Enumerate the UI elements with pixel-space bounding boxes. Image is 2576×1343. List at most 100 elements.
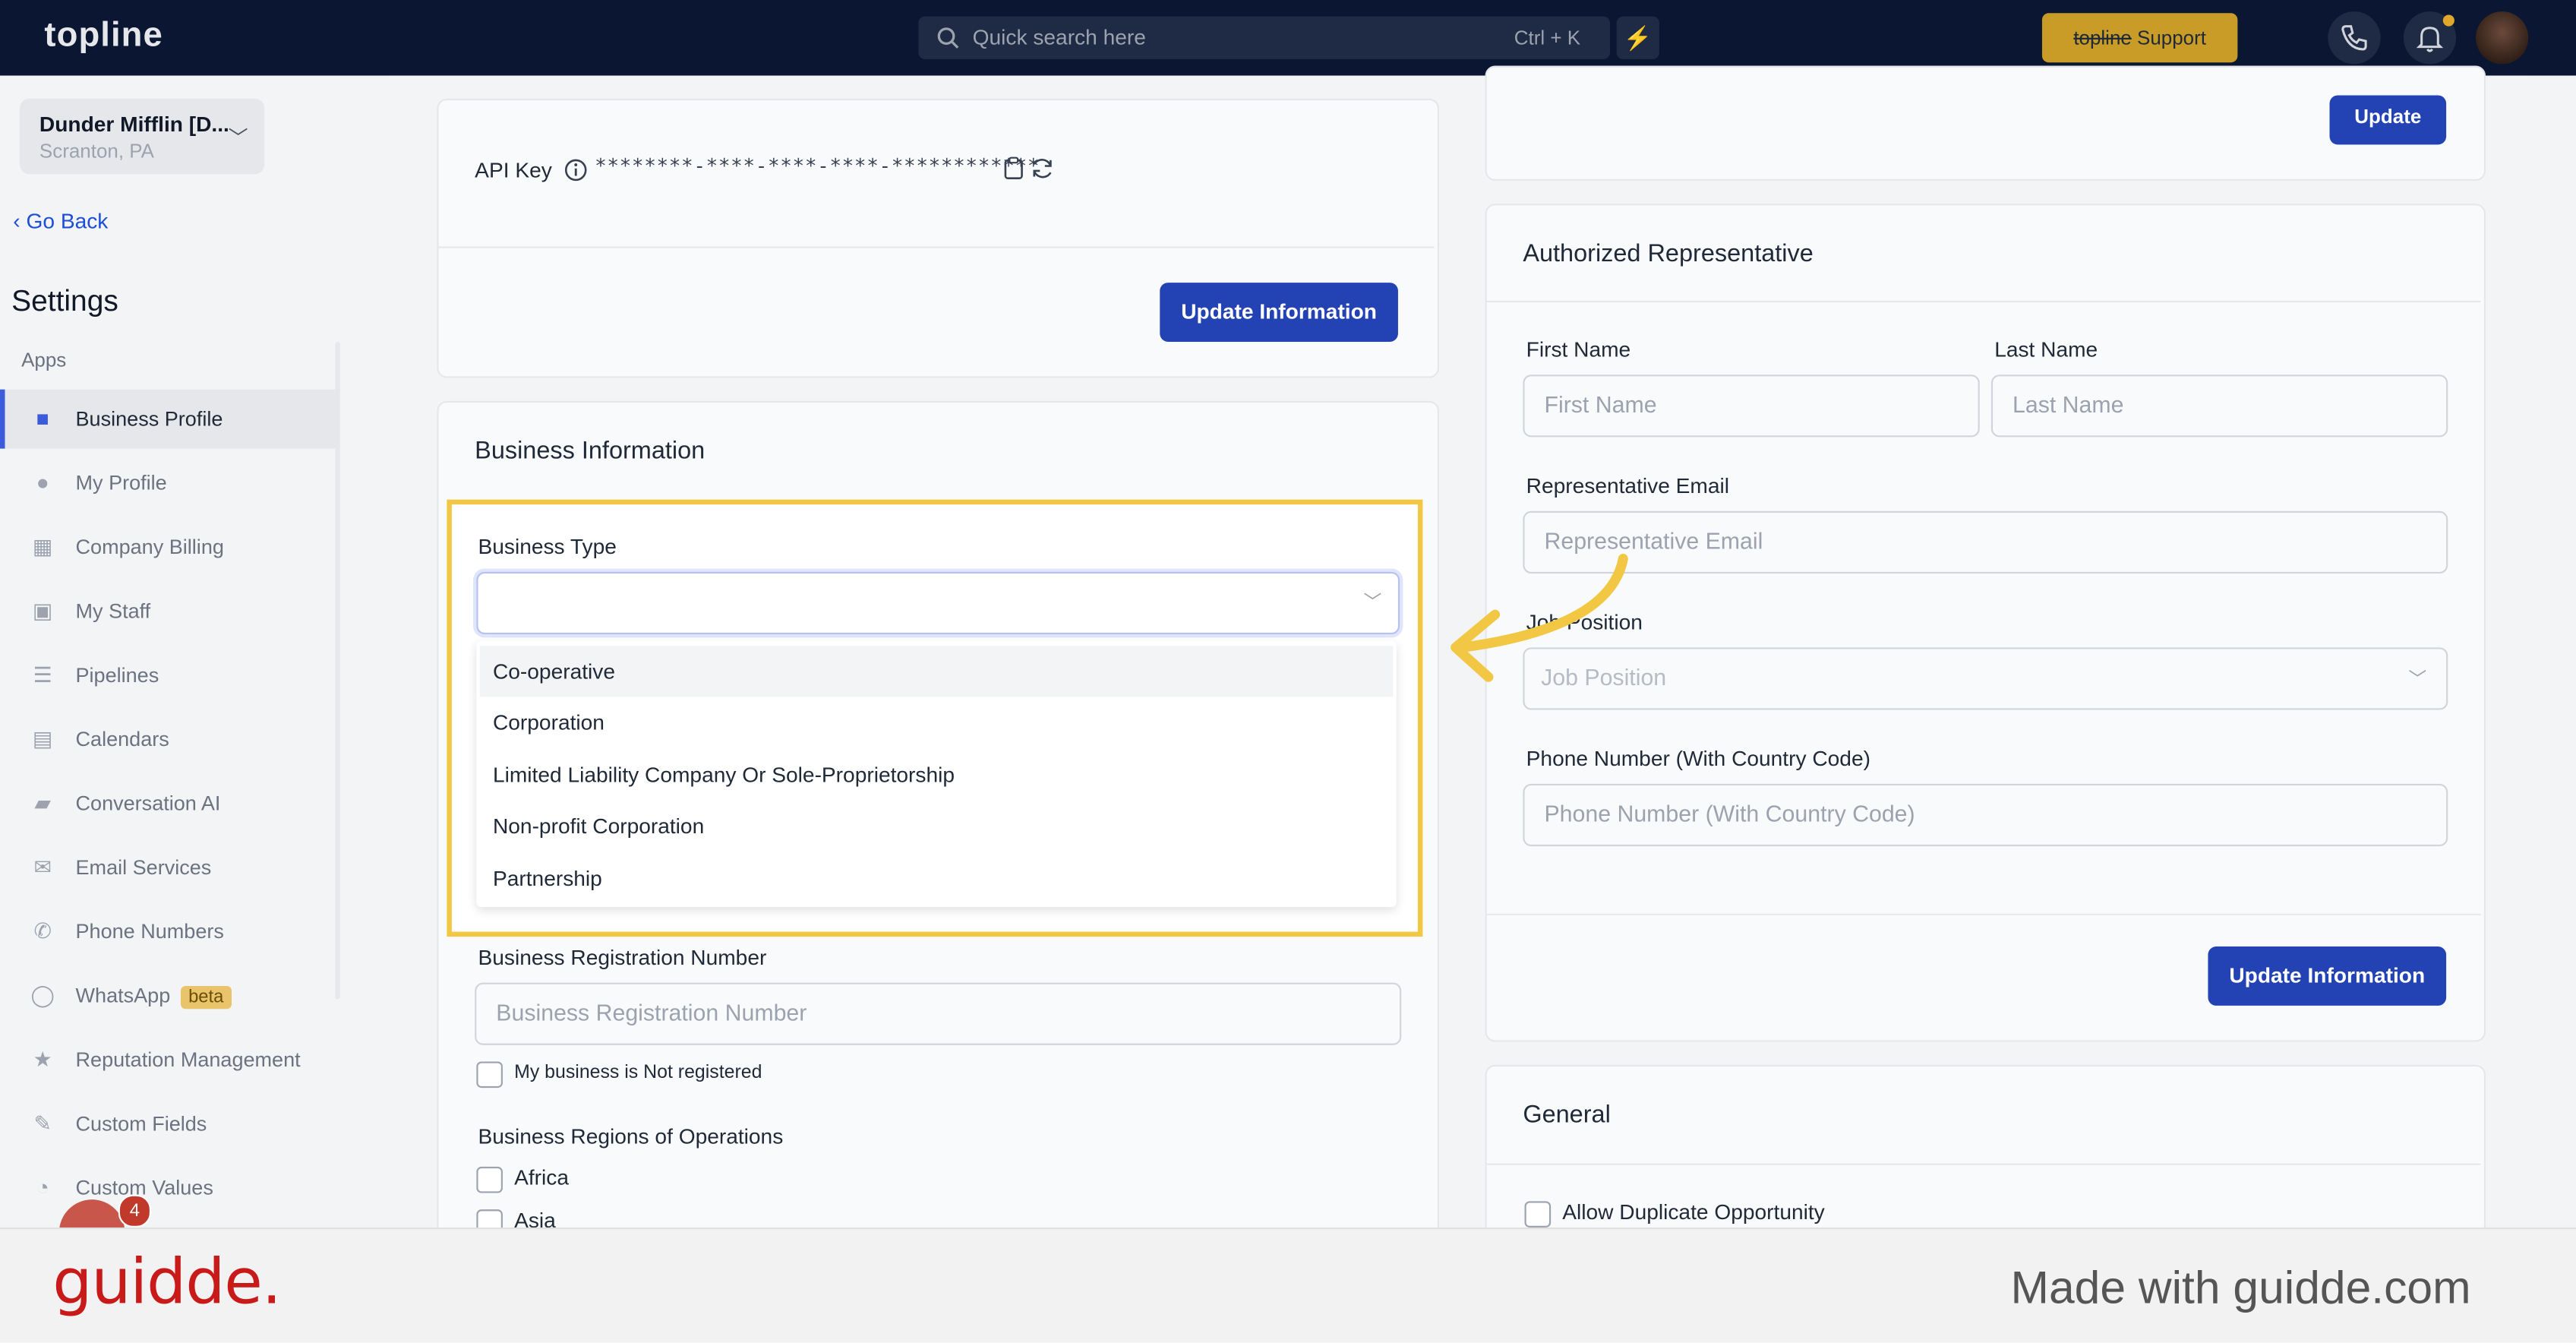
sidebar-item-phone-numbers[interactable]: ✆ Phone Numbers (0, 902, 335, 962)
option-label: Limited Liability Company Or Sole-Propri… (492, 762, 955, 788)
settings-title: Settings (11, 284, 118, 318)
location-switcher[interactable]: Dunder Mifflin [D... Scranton, PA ﹀ (19, 98, 265, 175)
info-icon (564, 159, 587, 182)
location-name: Dunder Mifflin [D... (39, 112, 229, 137)
business-type-dropdown: Co-operative Corporation Limited Liabili… (476, 640, 1397, 908)
divider (1486, 913, 2481, 915)
option-llc[interactable]: Limited Liability Company Or Sole-Propri… (480, 749, 1394, 800)
representative-email-label: Representative Email (1526, 473, 1729, 498)
app-logo[interactable]: topline (44, 17, 163, 56)
option-partnership[interactable]: Partnership (480, 853, 1394, 904)
phone-number-label: Phone Number (With Country Code) (1526, 746, 1870, 771)
sidebar-item-my-profile[interactable]: ● My Profile (0, 453, 335, 513)
star-icon: ★ (33, 1047, 52, 1072)
region-africa-checkbox[interactable] (476, 1166, 503, 1193)
pipeline-icon: ☰ (33, 662, 52, 687)
business-information-title: Business Information (475, 437, 706, 466)
last-name-label: Last Name (1994, 337, 2098, 362)
option-non-profit[interactable]: Non-profit Corporation (480, 801, 1394, 852)
go-back-link[interactable]: ‹ Go Back (13, 209, 108, 233)
api-key-label: API Key (475, 157, 552, 183)
sidebar-item-label: Reputation Management (75, 1048, 301, 1072)
avatar[interactable] (2476, 11, 2529, 65)
api-key-value: ********-****-****-****-************ (595, 154, 1040, 178)
update-information-button[interactable]: Update Information (1160, 283, 1398, 342)
phone-number-input[interactable]: Phone Number (With Country Code) (1523, 783, 2448, 847)
business-type-label: Business Type (478, 534, 617, 559)
support-brand: topline (2073, 26, 2132, 49)
first-name-input[interactable]: First Name (1523, 374, 1980, 438)
sidebar-item-label: My Profile (75, 471, 167, 495)
sidebar-item-company-billing[interactable]: ▦ Company Billing (0, 517, 335, 577)
first-name-label: First Name (1526, 337, 1631, 362)
option-label: Non-profit Corporation (492, 813, 705, 839)
sidebar-item-custom-values[interactable]: ◔ Custom Values (0, 1158, 335, 1218)
guidde-logo[interactable]: guidde. (52, 1246, 282, 1318)
annotation-arrow (1451, 554, 1628, 682)
option-corporation[interactable]: Corporation (480, 697, 1394, 747)
sidebar-item-whatsapp-text: WhatsApp beta (76, 984, 232, 1010)
search-icon (937, 27, 959, 49)
go-back-label: Go Back (26, 208, 109, 234)
option-co-operative[interactable]: Co-operative (479, 646, 1394, 697)
chevron-down-icon: ﹀ (228, 126, 248, 150)
option-label: Corporation (492, 709, 605, 735)
sidebar-item-label: Pipelines (75, 663, 159, 687)
sidebar-item-label: Company Billing (75, 536, 224, 559)
sidebar-item-label: Custom Fields (75, 1112, 207, 1136)
sidebar-item-my-staff[interactable]: ▣ My Staff (0, 582, 335, 641)
phone-icon (2341, 25, 2367, 51)
support-label: Support (2131, 26, 2207, 49)
phone-number-placeholder: Phone Number (With Country Code) (1544, 800, 1915, 827)
phone-button[interactable] (2328, 11, 2381, 65)
lightning-icon[interactable]: ⚡ (1616, 16, 1659, 59)
general-title: General (1523, 1101, 1611, 1130)
sidebar-item-calendars[interactable]: ▤ Calendars (0, 710, 335, 769)
chevron-down-icon: ﹀ (2408, 670, 2427, 690)
registration-number-label: Business Registration Number (478, 944, 767, 970)
chat-count-badge: 4 (118, 1194, 152, 1228)
support-button[interactable]: topline Support (2041, 13, 2238, 63)
location-address: Scranton, PA (39, 139, 154, 163)
search-bar[interactable]: Quick search here Ctrl + K (918, 16, 1611, 59)
region-africa-label: Africa (514, 1164, 569, 1190)
sidebar-scrollbar[interactable] (335, 341, 340, 1000)
sidebar-item-reputation-management[interactable]: ★ Reputation Management (0, 1030, 335, 1089)
sidebar-item-label: Phone Numbers (75, 920, 224, 943)
sidebar-item-whatsapp[interactable]: ◯ WhatsApp beta (0, 966, 335, 1025)
option-label: Partnership (492, 866, 602, 891)
sidebar-item-email-services[interactable]: ✉ Email Services (0, 838, 335, 897)
sidebar-item-label: My Staff (75, 599, 151, 623)
sidebar-item-pipelines[interactable]: ☰ Pipelines (0, 646, 335, 705)
clipboard-icon[interactable] (1002, 156, 1025, 181)
sidebar-item-custom-fields[interactable]: ✎ Custom Fields (0, 1095, 335, 1154)
made-with-guidde-text: Made with guidde.com (2010, 1262, 2471, 1313)
search-shortcut: Ctrl + K (1514, 26, 1581, 49)
not-registered-label: My business is Not registered (514, 1063, 762, 1083)
representative-email-input[interactable]: Representative Email (1523, 510, 2448, 574)
sidebar-item-business-profile[interactable]: ■ Business Profile (0, 389, 336, 449)
apps-section-label: Apps (21, 348, 67, 371)
allow-duplicate-label: Allow Duplicate Opportunity (1562, 1199, 1825, 1224)
staff-icon: ▣ (32, 598, 53, 623)
refresh-icon[interactable] (1030, 156, 1054, 181)
job-position-select[interactable]: Job Position ﹀ (1523, 647, 2448, 710)
update-information-button[interactable]: Update Information (2208, 946, 2447, 1006)
briefcase-icon: ■ (36, 406, 49, 431)
sidebar-item-label: Email Services (75, 856, 212, 880)
sidebar-item-conversation-ai[interactable]: ▰ Conversation AI (0, 774, 335, 833)
allow-duplicate-checkbox[interactable] (1524, 1201, 1552, 1228)
option-label: Co-operative (492, 659, 616, 684)
chevron-down-icon: ﹀ (1363, 592, 1382, 613)
not-registered-checkbox[interactable] (476, 1061, 503, 1089)
registration-number-input[interactable]: Business Registration Number (475, 982, 1402, 1045)
chevron-left-icon: ‹ (13, 208, 27, 234)
phone-icon: ✆ (33, 918, 52, 943)
update-button[interactable]: Update (2329, 95, 2447, 145)
divider (1486, 300, 2481, 303)
billing-icon: ▦ (32, 534, 53, 559)
whatsapp-icon: ◯ (30, 982, 55, 1008)
notification-dot (2442, 14, 2454, 27)
last-name-input[interactable]: Last Name (1990, 374, 2448, 438)
business-type-select[interactable]: ﹀ (476, 571, 1400, 635)
